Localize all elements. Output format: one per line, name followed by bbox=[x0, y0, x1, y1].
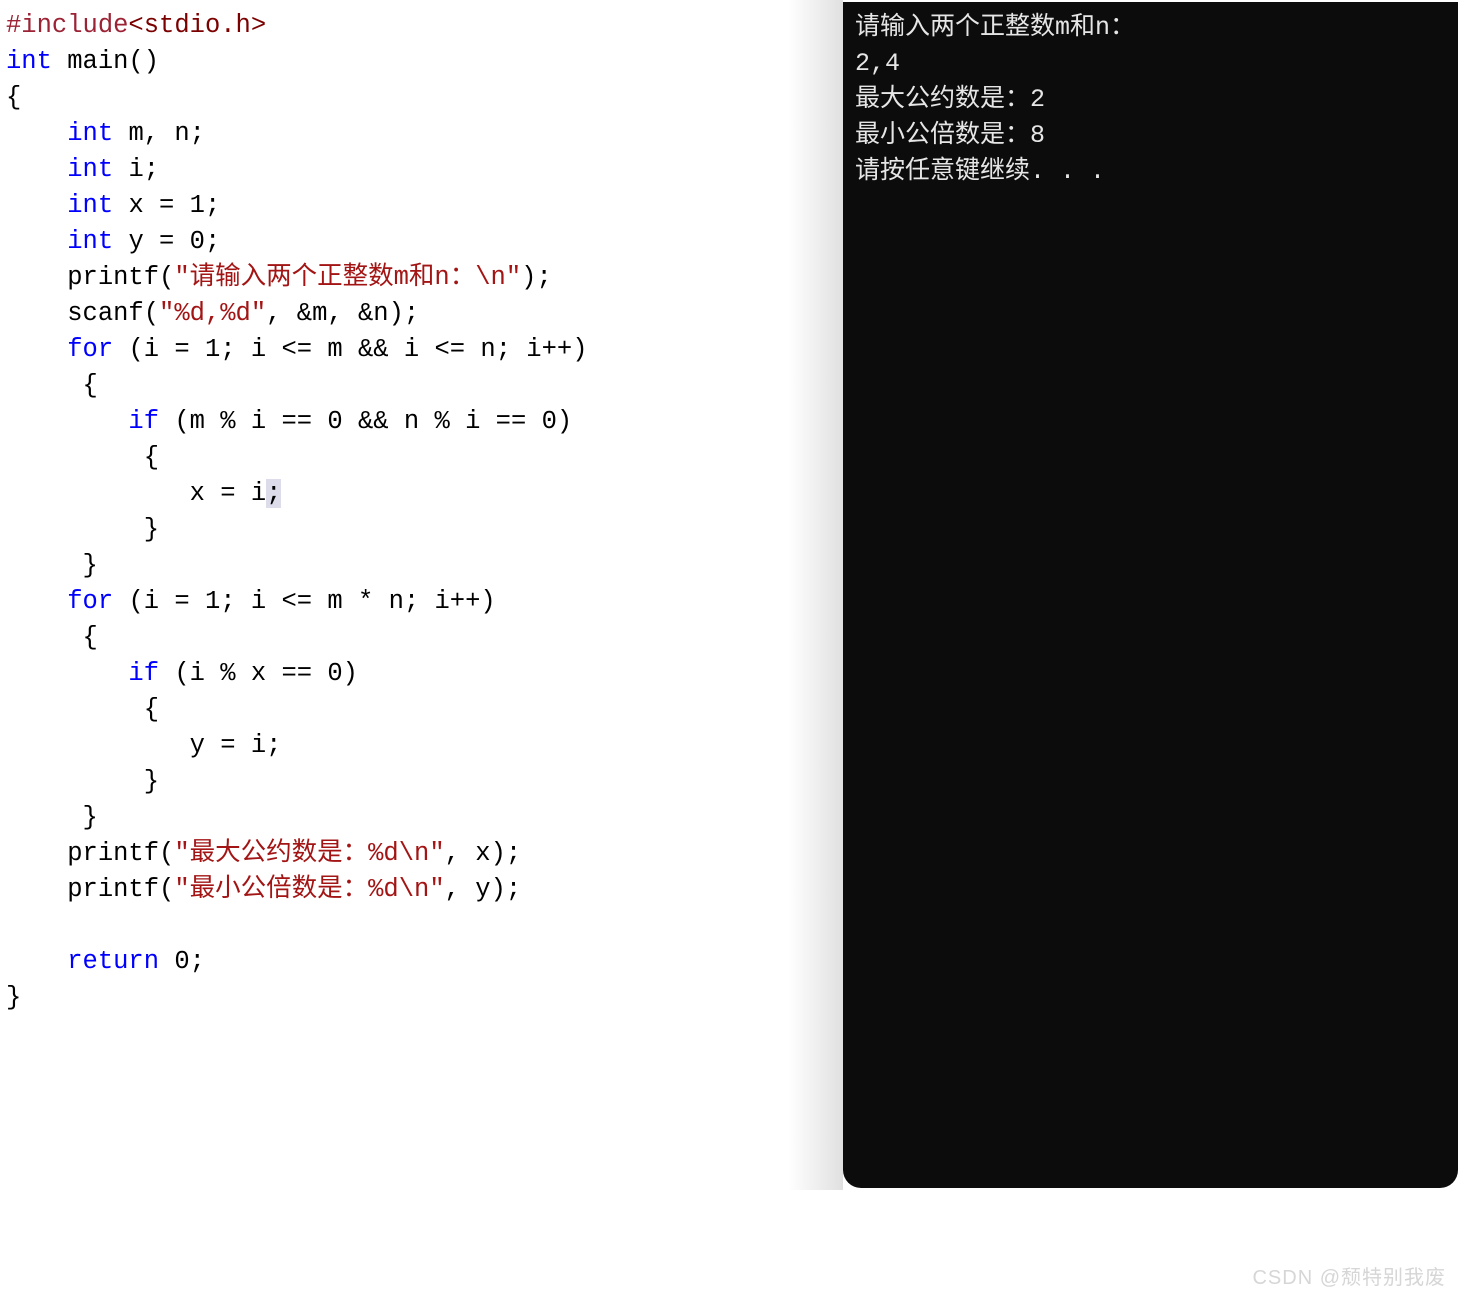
printf-call: printf( bbox=[6, 839, 174, 868]
keyword-int: int bbox=[67, 155, 113, 184]
if-condition-1: (m % i == 0 && n % i == 0) bbox=[159, 407, 572, 436]
angle-bracket-close: > bbox=[251, 11, 266, 40]
console-line: 请输入两个正整数m和n： bbox=[855, 13, 1135, 42]
indent bbox=[6, 407, 128, 436]
string-literal: "最小公倍数是：%d\n" bbox=[174, 875, 444, 904]
brace-open: { bbox=[6, 83, 21, 112]
indent bbox=[6, 191, 67, 220]
keyword-int: int bbox=[67, 227, 113, 256]
keyword-int: int bbox=[67, 119, 113, 148]
return-value: 0; bbox=[159, 947, 205, 976]
indent bbox=[6, 155, 67, 184]
console-line: 2,4 bbox=[855, 49, 900, 78]
stmt-end: ); bbox=[521, 263, 552, 292]
indent bbox=[6, 587, 67, 616]
keyword-int: int bbox=[67, 191, 113, 220]
code-editor[interactable]: #include<stdio.h> int main() { int m, n;… bbox=[0, 0, 830, 1298]
keyword-return: return bbox=[67, 947, 159, 976]
console-line: 最大公约数是：2 bbox=[855, 85, 1045, 114]
brace-open: { bbox=[6, 695, 159, 724]
string-literal: "%d,%d" bbox=[159, 299, 266, 328]
string-literal: "最大公约数是：%d\n" bbox=[174, 839, 444, 868]
keyword-if: if bbox=[128, 407, 159, 436]
scanf-args: , &m, &n); bbox=[266, 299, 419, 328]
preprocessor-directive: #include bbox=[6, 11, 128, 40]
indent bbox=[6, 227, 67, 256]
assign-y: y = i; bbox=[6, 731, 281, 760]
decl-y: y = 0; bbox=[113, 227, 220, 256]
decl-x: x = 1; bbox=[113, 191, 220, 220]
brace-open: { bbox=[6, 371, 98, 400]
watermark-text: CSDN @颓特别我废 bbox=[1252, 1261, 1446, 1290]
console-line: 请按任意键继续. . . bbox=[855, 157, 1105, 186]
brace-close: } bbox=[6, 767, 159, 796]
if-condition-2: (i % x == 0) bbox=[159, 659, 358, 688]
brace-close: } bbox=[6, 515, 159, 544]
keyword-if: if bbox=[128, 659, 159, 688]
brace-open: { bbox=[6, 623, 98, 652]
indent bbox=[6, 119, 67, 148]
assign-x: x = i bbox=[6, 479, 266, 508]
decl-i: i; bbox=[113, 155, 159, 184]
indent bbox=[6, 947, 67, 976]
main-signature: main() bbox=[52, 47, 159, 76]
printf-args: , x); bbox=[445, 839, 522, 868]
string-literal: "请输入两个正整数m和n：\n" bbox=[174, 263, 521, 292]
indent bbox=[6, 335, 67, 364]
scanf-call: scanf( bbox=[6, 299, 159, 328]
brace-close: } bbox=[6, 803, 98, 832]
decl-mn: m, n; bbox=[113, 119, 205, 148]
printf-call: printf( bbox=[6, 875, 174, 904]
include-header: stdio.h bbox=[144, 11, 251, 40]
brace-open: { bbox=[6, 443, 159, 472]
for-condition-1: (i = 1; i <= m && i <= n; i++) bbox=[113, 335, 587, 364]
keyword-int: int bbox=[6, 47, 52, 76]
brace-close: } bbox=[6, 551, 98, 580]
indent bbox=[6, 659, 128, 688]
cursor-highlight: ; bbox=[266, 479, 281, 508]
printf-args: , y); bbox=[445, 875, 522, 904]
keyword-for: for bbox=[67, 335, 113, 364]
brace-close: } bbox=[6, 983, 21, 1012]
console-output[interactable]: 请输入两个正整数m和n： 2,4 最大公约数是：2 最小公倍数是：8 请按任意键… bbox=[843, 2, 1458, 1188]
console-line: 最小公倍数是：8 bbox=[855, 121, 1045, 150]
angle-bracket-open: < bbox=[128, 11, 143, 40]
printf-call: printf( bbox=[6, 263, 174, 292]
for-condition-2: (i = 1; i <= m * n; i++) bbox=[113, 587, 496, 616]
keyword-for: for bbox=[67, 587, 113, 616]
